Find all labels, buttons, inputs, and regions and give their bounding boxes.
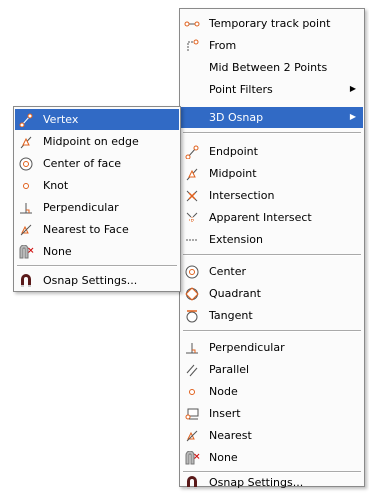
midpoint-on-edge-icon: [15, 131, 37, 152]
extension-icon: [181, 229, 203, 250]
menu-item-apparent-intersect[interactable]: Apparent Intersect: [181, 207, 363, 228]
insert-icon: [181, 403, 203, 424]
menu-item-none[interactable]: × None: [181, 447, 363, 468]
menu-item-endpoint[interactable]: Endpoint: [181, 141, 363, 162]
menu-item-label: Node: [209, 385, 238, 398]
menu-item-label: Mid Between 2 Points: [209, 61, 328, 74]
from-icon: [181, 35, 203, 56]
menu-item-temporary-track-point[interactable]: Temporary track point: [181, 13, 363, 34]
menu-item-parallel[interactable]: Parallel: [181, 359, 363, 380]
menu-item-point-filters[interactable]: Point Filters ▶: [181, 79, 363, 100]
magnet-icon: [15, 270, 37, 291]
snap-none-icon: ×: [181, 447, 203, 468]
menu-item-label: Extension: [209, 233, 264, 246]
knot-icon: [15, 175, 37, 196]
menu-item-label: Apparent Intersect: [209, 211, 312, 224]
menu-item-insert[interactable]: Insert: [181, 403, 363, 424]
intersection-icon: [181, 185, 203, 206]
submenu-item-none[interactable]: × None: [15, 241, 179, 262]
menu-separator: [183, 132, 361, 134]
menu-item-osnap-settings[interactable]: Osnap Settings...: [181, 472, 363, 493]
quadrant-icon: [181, 283, 203, 304]
submenu-item-center-of-face[interactable]: Center of face: [15, 153, 179, 174]
submenu-item-nearest-to-face[interactable]: Nearest to Face: [15, 219, 179, 240]
menu-separator: [183, 330, 361, 332]
parallel-icon: [181, 359, 203, 380]
midpoint-icon: [181, 163, 203, 184]
menu-item-center[interactable]: Center: [181, 261, 363, 282]
3d-osnap-submenu: Vertex Midpoint on edge Center of face K…: [13, 106, 181, 292]
menu-item-node[interactable]: Node: [181, 381, 363, 402]
perpendicular-icon: [181, 337, 203, 358]
submenu-item-midpoint-on-edge[interactable]: Midpoint on edge: [15, 131, 179, 152]
submenu-item-label: Perpendicular: [43, 201, 119, 214]
menu-item-extension[interactable]: Extension: [181, 229, 363, 250]
tangent-icon: [181, 305, 203, 326]
menu-item-label: Intersection: [209, 189, 275, 202]
submenu-item-perpendicular[interactable]: Perpendicular: [15, 197, 179, 218]
menu-item-tangent[interactable]: Tangent: [181, 305, 363, 326]
menu-item-perpendicular[interactable]: Perpendicular: [181, 337, 363, 358]
svg-text:×: ×: [27, 246, 34, 256]
menu-item-label: None: [209, 451, 238, 464]
vertex-icon: [15, 109, 37, 130]
menu-item-3d-osnap[interactable]: 3D Osnap ▶: [181, 107, 363, 128]
menu-item-intersection[interactable]: Intersection: [181, 185, 363, 206]
menu-item-mid-between-2-points[interactable]: Mid Between 2 Points: [181, 57, 363, 78]
submenu-item-label: Center of face: [43, 157, 122, 170]
submenu-arrow-icon: ▶: [349, 84, 356, 93]
object-snap-menu: Temporary track point From Mid Between 2…: [179, 8, 365, 489]
menu-separator: [183, 254, 361, 256]
track-point-icon: [181, 13, 203, 34]
menu-item-label: Nearest: [209, 429, 252, 442]
magnet-icon: [181, 472, 203, 493]
menu-item-label: Quadrant: [209, 287, 261, 300]
svg-text:×: ×: [193, 452, 200, 462]
endpoint-icon: [181, 141, 203, 162]
submenu-item-label: Osnap Settings...: [43, 274, 138, 287]
menu-item-label: Parallel: [209, 363, 250, 376]
nearest-to-face-icon: [15, 219, 37, 240]
menu-separator: [17, 265, 177, 267]
menu-item-label: Endpoint: [209, 145, 258, 158]
submenu-item-label: Midpoint on edge: [43, 135, 139, 148]
menu-item-from[interactable]: From: [181, 35, 363, 56]
perpendicular-icon: [15, 197, 37, 218]
snap-none-icon: ×: [15, 241, 37, 262]
submenu-item-label: None: [43, 245, 72, 258]
menu-item-label: Temporary track point: [209, 17, 331, 30]
menu-item-label: Insert: [209, 407, 241, 420]
menu-item-label: 3D Osnap: [209, 111, 264, 124]
apparent-intersect-icon: [181, 207, 203, 228]
menu-item-label: Midpoint: [209, 167, 257, 180]
submenu-item-vertex[interactable]: Vertex: [15, 109, 179, 130]
center-of-face-icon: [15, 153, 37, 174]
menu-item-quadrant[interactable]: Quadrant: [181, 283, 363, 304]
submenu-item-label: Vertex: [43, 113, 79, 126]
center-icon: [181, 261, 203, 282]
submenu-item-label: Nearest to Face: [43, 223, 129, 236]
menu-item-label: From: [209, 39, 237, 52]
menu-item-nearest[interactable]: Nearest: [181, 425, 363, 446]
submenu-item-knot[interactable]: Knot: [15, 175, 179, 196]
node-icon: [181, 381, 203, 402]
menu-item-label: Perpendicular: [209, 341, 285, 354]
submenu-item-osnap-settings[interactable]: Osnap Settings...: [15, 270, 179, 291]
menu-item-label: Center: [209, 265, 247, 278]
submenu-arrow-icon: ▶: [349, 112, 356, 121]
menu-item-label: Point Filters: [209, 83, 273, 96]
menu-item-midpoint[interactable]: Midpoint: [181, 163, 363, 184]
nearest-icon: [181, 425, 203, 446]
menu-item-label: Osnap Settings...: [209, 476, 304, 489]
submenu-item-label: Knot: [43, 179, 69, 192]
menu-item-label: Tangent: [209, 309, 253, 322]
